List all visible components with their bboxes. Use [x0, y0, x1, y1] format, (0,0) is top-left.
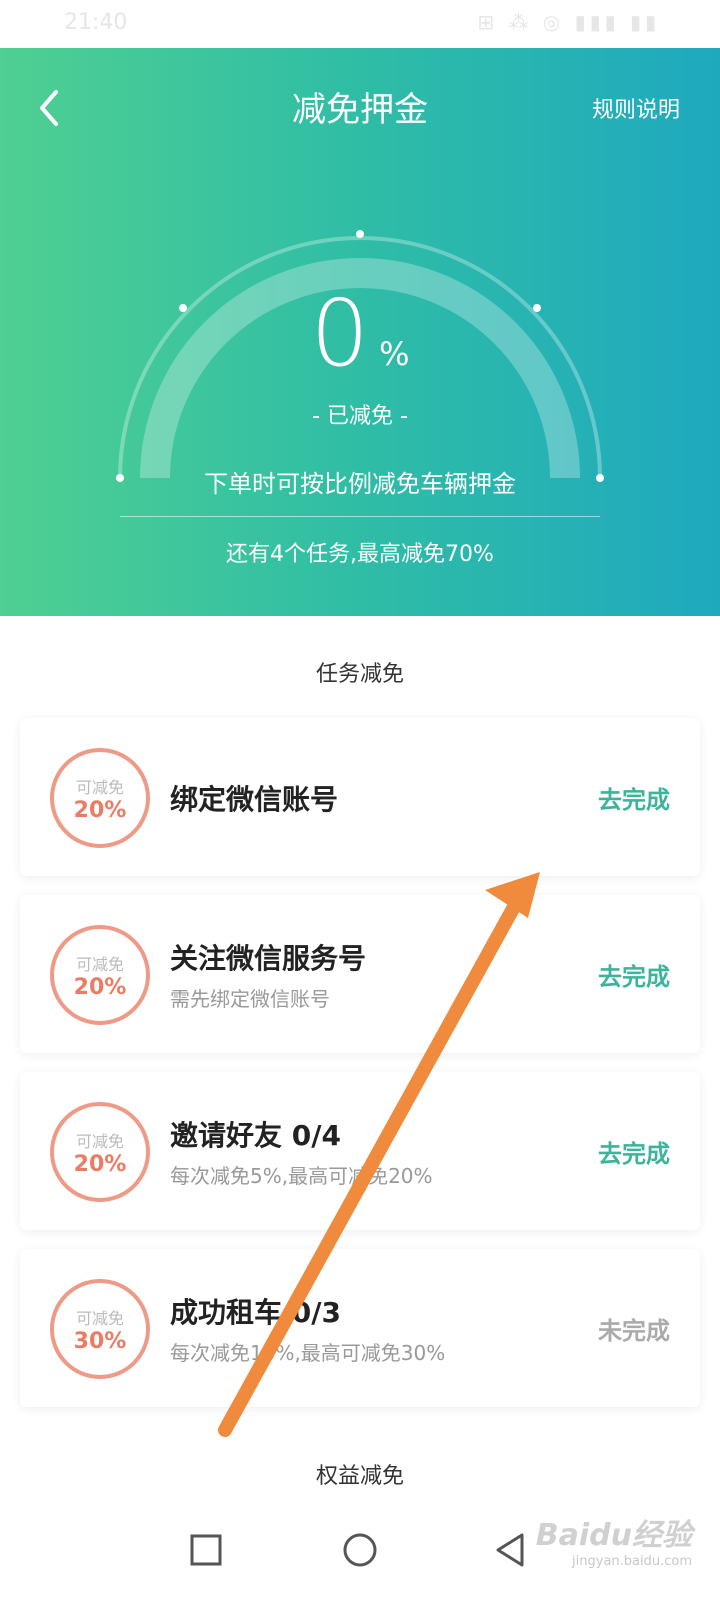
- task-action-button[interactable]: 去完成: [598, 1134, 670, 1169]
- reduction-percent: 0%: [0, 280, 720, 387]
- badge-label: 可减免: [75, 955, 124, 974]
- task-title: 关注微信服务号: [170, 942, 367, 975]
- status-time: 21:40: [64, 10, 128, 35]
- task-subtitle: 需先绑定微信账号: [170, 987, 330, 1011]
- reduction-badge: 可减免 30%: [50, 1279, 150, 1379]
- circle-icon: [343, 1533, 377, 1567]
- task-action-button[interactable]: 去完成: [598, 780, 670, 815]
- deposit-header: 减免押金 规则说明 0% - 已减免 - 下单时可按比例减免车辆押金 还有4个任…: [0, 48, 720, 616]
- watermark-url: jingyan.baidu.com: [572, 1554, 692, 1569]
- header-divider: [120, 516, 600, 517]
- tasks-section-title: 任务减免: [315, 662, 404, 687]
- reduction-badge: 可减免 20%: [50, 1102, 150, 1202]
- badge-label: 可减免: [75, 1132, 124, 1151]
- badge-label: 可减免: [75, 1309, 124, 1328]
- badge-value: 20%: [73, 975, 127, 1000]
- reduced-label: - 已减免 -: [312, 404, 408, 429]
- badge-value: 30%: [73, 1329, 127, 1354]
- status-bar: 21:40 ⊞ ⁂ ◎ ▮▮▮ ▮▮: [0, 0, 720, 48]
- badge-value: 20%: [73, 798, 127, 823]
- gauge-tick: [356, 230, 364, 238]
- baidu-watermark: Baidu经验 jingyan.baidu.com: [536, 1510, 692, 1569]
- task-subtitle: 每次减免5%,最高可减免20%: [170, 1164, 433, 1188]
- percent-value: 0: [310, 280, 370, 387]
- triangle-back-icon: [496, 1533, 524, 1567]
- watermark-brand: Baidu经验: [535, 1518, 692, 1553]
- task-card-bind-wechat[interactable]: 可减免 20% 绑定微信账号 去完成: [20, 718, 700, 876]
- task-card-rent-car[interactable]: 可减免 30% 成功租车 0/3 每次减免10%,最高可减免30% 未完成: [20, 1249, 700, 1407]
- task-title: 成功租车 0/3: [170, 1296, 341, 1329]
- task-subtitle: 每次减免10%,最高可减免30%: [170, 1341, 446, 1365]
- task-card-follow-wechat[interactable]: 可减免 20% 关注微信服务号 需先绑定微信账号 去完成: [20, 895, 700, 1053]
- task-title: 邀请好友 0/4: [170, 1119, 341, 1152]
- task-status-label: 未完成: [598, 1317, 670, 1345]
- recent-apps-button[interactable]: [184, 1528, 228, 1572]
- percent-sign: %: [379, 335, 410, 373]
- back-nav-button[interactable]: [490, 1528, 534, 1572]
- reduction-badge: 可减免 20%: [50, 748, 150, 848]
- task-action-button[interactable]: 去完成: [598, 957, 670, 992]
- status-icons: ⊞ ⁂ ◎ ▮▮▮ ▮▮: [477, 10, 660, 34]
- badge-label: 可减免: [75, 778, 124, 797]
- rules-link[interactable]: 规则说明: [592, 92, 680, 124]
- remaining-tasks-text: 还有4个任务,最高减免70%: [226, 542, 494, 567]
- benefits-section-title: 权益减免: [315, 1464, 404, 1489]
- home-button[interactable]: [338, 1528, 382, 1572]
- task-card-invite-friends[interactable]: 可减免 20% 邀请好友 0/4 每次减免5%,最高可减免20% 去完成: [20, 1072, 700, 1230]
- badge-value: 20%: [73, 1152, 127, 1177]
- deposit-description: 下单时可按比例减免车辆押金: [204, 470, 516, 498]
- task-title: 绑定微信账号: [170, 783, 339, 816]
- square-icon: [190, 1534, 222, 1566]
- reduction-badge: 可减免 20%: [50, 925, 150, 1025]
